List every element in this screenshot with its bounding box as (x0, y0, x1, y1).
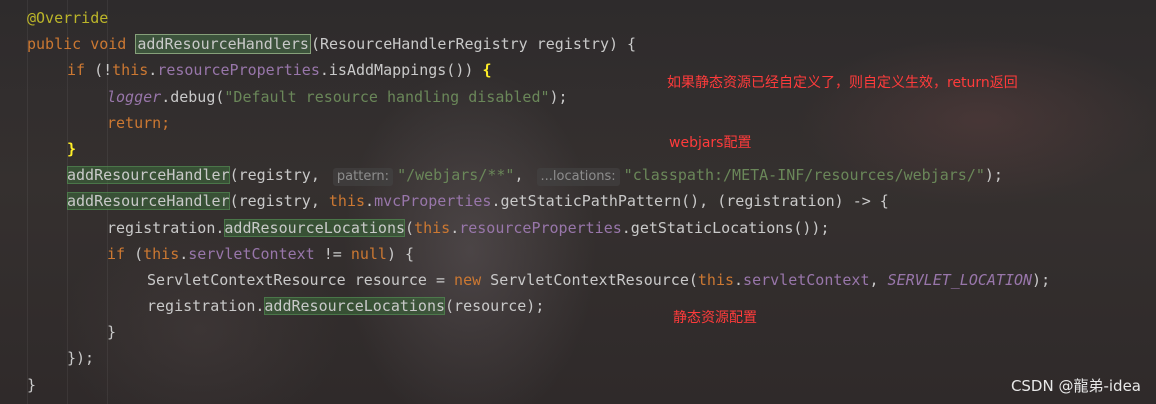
code-token: "/webjars/**" (397, 166, 515, 185)
code-token: . (148, 61, 158, 80)
code-token: { (482, 61, 492, 80)
code-token: } (67, 139, 77, 158)
code-token: this (112, 61, 149, 80)
code-token: ); (549, 87, 568, 106)
code-token: this (328, 192, 366, 211)
code-line[interactable]: if (this.servletContext != null) { (0, 241, 1156, 267)
code-token: new (454, 270, 491, 289)
code-line-text: public void addResourceHandlers (Resource… (27, 31, 636, 57)
code-token: (registry, (229, 192, 329, 211)
code-token: . (365, 192, 375, 211)
code-line-text: } (27, 372, 36, 398)
code-token: } (107, 323, 117, 342)
code-line-text: addResourceHandler(registry, pattern: "/w… (67, 162, 1003, 188)
code-token: . (179, 244, 189, 263)
callout-custom-config: 如果静态资源已经自定义了，则自定义生效，return返回 (667, 75, 1018, 91)
code-token: (ResourceHandlerRegistry registry) { (310, 35, 637, 54)
code-line-text: return; (107, 110, 170, 136)
code-token: ( (134, 244, 144, 263)
code-token: ) { (386, 244, 415, 263)
code-line[interactable]: }); (0, 345, 1156, 371)
callout-static-config: 静态资源配置 (673, 310, 757, 326)
code-token: . (450, 218, 460, 237)
code-line[interactable]: addResourceHandler(registry, this.mvcPro… (0, 188, 1156, 214)
code-token: (! (94, 61, 113, 80)
code-editor[interactable]: @Override public void addResourceHandlers… (0, 0, 1156, 404)
code-line[interactable]: ServletContextResource resource = new Se… (0, 267, 1156, 293)
code-token: resourceProperties (157, 61, 320, 80)
code-token: if (107, 244, 135, 263)
code-token: ( (405, 218, 415, 237)
watermark: CSDN @龍弟-idea (1010, 377, 1141, 395)
code-line-text: } (67, 136, 76, 162)
code-token: registration. (107, 218, 225, 237)
code-token: servletContext (743, 270, 870, 289)
code-token: addResourceHandler (67, 192, 230, 211)
code-line-text: }); (67, 345, 94, 371)
code-token: .getStaticLocations()); (621, 218, 830, 237)
code-line[interactable]: registration.addResourceLocations(resour… (0, 293, 1156, 319)
code-line-text: registration.addResourceLocations(this.r… (107, 215, 830, 241)
code-token: this (143, 244, 180, 263)
code-line[interactable]: } (0, 372, 1156, 398)
code-line[interactable]: return; (0, 110, 1156, 136)
code-token: "Default resource handling disabled" (224, 87, 550, 106)
code-line-text: registration.addResourceLocations(resour… (147, 293, 544, 319)
code-token: != (314, 244, 351, 263)
code-line[interactable]: public void addResourceHandlers (Resource… (0, 31, 1156, 57)
code-token: addResourceHandler (67, 166, 230, 185)
code-token: , (869, 270, 888, 289)
code-token: SERVLET_LOCATION (887, 270, 1033, 289)
code-token: } (27, 375, 37, 394)
code-line-text: if (!this.resourceProperties.isAddMappin… (67, 57, 491, 83)
code-line-text: ServletContextResource resource = new Se… (147, 267, 1050, 293)
code-line[interactable]: } (0, 136, 1156, 162)
code-line[interactable]: } (0, 319, 1156, 345)
code-token: "classpath:/META-INF/resources/webjars/" (623, 166, 985, 185)
code-token: logger (107, 87, 162, 106)
code-token: ServletContextResource resource = (147, 270, 455, 289)
code-token: ServletContextResource( (490, 270, 698, 289)
code-token: (resource); (445, 297, 545, 316)
callout-webjars-config: webjars配置 (669, 135, 752, 151)
parameter-hint: ...locations: (536, 168, 620, 187)
code-token: @Override (27, 9, 109, 27)
code-token: .getStaticPathPattern(), (registration) … (491, 192, 889, 211)
code-line-text: logger.debug("Default resource handling … (107, 84, 568, 110)
code-token: . (734, 270, 744, 289)
code-token: addResourceLocations (264, 297, 446, 316)
code-token: .isAddMappings()) (319, 61, 483, 80)
parameter-hint: pattern: (332, 168, 394, 187)
code-token: addResourceLocations (224, 218, 406, 237)
code-line-text: if (this.servletContext != null) { (107, 241, 414, 267)
code-token: this (414, 218, 451, 237)
code-line-text: addResourceHandler(registry, this.mvcPro… (67, 188, 889, 214)
code-line[interactable]: addResourceHandler(registry, pattern: "/w… (0, 162, 1156, 188)
code-token: public void (27, 35, 136, 54)
code-token: null (350, 244, 387, 263)
code-token: ); (984, 166, 1003, 185)
code-line-text: @Override (27, 5, 108, 31)
code-token: .debug( (161, 87, 225, 106)
code-token: resourceProperties (459, 218, 622, 237)
code-token: (registry, (229, 166, 329, 185)
code-token: addResourceHandlers (135, 34, 311, 55)
code-token: }); (67, 349, 95, 368)
code-token: this (697, 270, 735, 289)
code-token: if (67, 61, 95, 80)
code-token: return; (107, 113, 171, 132)
code-area[interactable]: @Override public void addResourceHandlers… (0, 5, 1156, 398)
code-token: mvcProperties (374, 192, 492, 211)
code-token: registration. (147, 297, 265, 316)
code-token: servletContext (188, 244, 315, 263)
code-token: ); (1032, 270, 1051, 289)
code-token: , (514, 166, 533, 185)
code-line-text: } (107, 319, 116, 345)
code-line[interactable]: registration.addResourceLocations(this.r… (0, 215, 1156, 241)
code-line[interactable]: @Override (0, 5, 1156, 31)
